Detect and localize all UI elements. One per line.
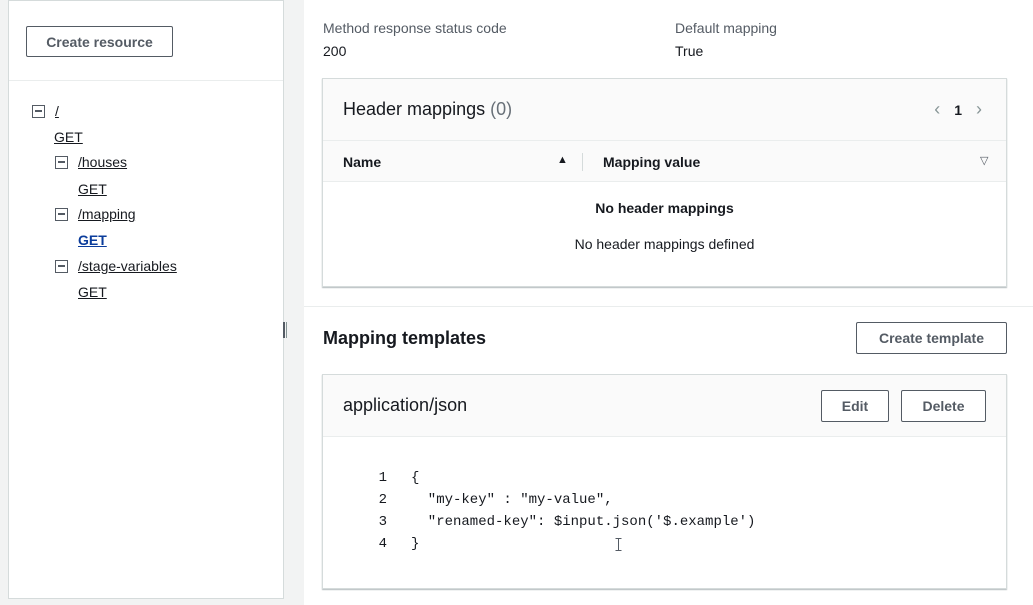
template-panel: application/json Edit Delete 1 { 2 "my-k… <box>322 374 1007 589</box>
line-number: 3 <box>378 514 387 530</box>
table-header: Name ▲ Mapping value ▽ <box>323 141 1006 182</box>
tree-item-label[interactable]: /mapping <box>78 206 136 222</box>
tree-item-label[interactable]: /houses <box>78 154 127 170</box>
tree-item-root[interactable]: / <box>32 103 59 119</box>
tree-item-label[interactable]: /stage-variables <box>78 258 177 274</box>
template-panel-header: application/json Edit Delete <box>323 375 1006 437</box>
tree-item-houses-get[interactable]: GET <box>78 181 107 197</box>
table-empty-state: No header mappings No header mappings de… <box>323 182 1006 286</box>
sidebar-toolbar: Create resource <box>9 1 283 81</box>
code-line: "my-key" : "my-value", <box>411 492 613 508</box>
collapse-icon[interactable] <box>32 104 45 118</box>
resource-sidebar: Create resource / GET /houses GET /mappi… <box>8 0 287 599</box>
line-number: 1 <box>378 470 387 486</box>
template-name: application/json <box>343 395 468 415</box>
column-header-mapping-value[interactable]: Mapping value <box>603 141 700 182</box>
chevron-left-icon[interactable]: ‹ <box>934 99 940 120</box>
mapping-templates-title: Mapping templates <box>323 328 487 348</box>
sort-descending-icon[interactable]: ▽ <box>980 154 988 167</box>
method-link[interactable]: GET <box>78 284 107 300</box>
create-template-button[interactable]: Create template <box>856 322 1007 354</box>
code-editor[interactable]: 1 { 2 "my-key" : "my-value", 3 "renamed-… <box>323 437 1006 588</box>
tree-item-label[interactable]: / <box>55 103 59 119</box>
column-header-name[interactable]: Name <box>343 141 381 182</box>
collapse-icon[interactable] <box>55 207 68 221</box>
tree-item-stage-variables[interactable]: /stage-variables <box>55 258 177 274</box>
empty-state-description: No header mappings defined <box>574 236 755 252</box>
create-resource-button[interactable]: Create resource <box>26 26 173 57</box>
section-divider <box>304 306 1033 307</box>
collapse-icon[interactable] <box>55 259 68 273</box>
method-link[interactable]: GET <box>54 129 83 145</box>
code-line: { <box>411 470 420 486</box>
code-line: } <box>411 536 420 552</box>
collapse-icon[interactable] <box>55 155 68 169</box>
method-link-active[interactable]: GET <box>78 232 107 248</box>
line-number: 2 <box>378 492 387 508</box>
column-divider[interactable] <box>582 153 583 171</box>
tree-item-stage-variables-get[interactable]: GET <box>78 284 107 300</box>
default-mapping-value: True <box>675 43 704 59</box>
tree-item-mapping[interactable]: /mapping <box>55 206 136 222</box>
code-line: "renamed-key": $input.json('$.example') <box>411 514 756 530</box>
method-link[interactable]: GET <box>78 181 107 197</box>
panel-title: Header mappings (0) <box>343 99 512 120</box>
delete-button[interactable]: Delete <box>901 390 986 422</box>
status-code-value: 200 <box>323 43 347 59</box>
tree-item-root-get[interactable]: GET <box>54 129 83 145</box>
default-mapping-label: Default mapping <box>675 20 777 36</box>
pagination: ‹ 1 › <box>934 99 982 120</box>
text-cursor-icon <box>615 538 622 551</box>
sort-ascending-icon[interactable]: ▲ <box>557 154 568 166</box>
header-mappings-panel: Header mappings (0) ‹ 1 › Name ▲ Mapping… <box>322 78 1007 287</box>
line-number: 4 <box>378 536 387 552</box>
chevron-right-icon[interactable]: › <box>976 99 982 120</box>
panel-header: Header mappings (0) ‹ 1 › <box>323 79 1006 141</box>
empty-state-title: No header mappings <box>595 200 734 216</box>
edit-button[interactable]: Edit <box>821 390 889 422</box>
status-code-label: Method response status code <box>323 20 507 36</box>
main-content: Method response status code 200 Default … <box>304 0 1033 605</box>
tree-item-mapping-get[interactable]: GET <box>78 232 107 248</box>
header-mappings-count: (0) <box>490 99 513 119</box>
header-mappings-title: Header mappings <box>343 99 486 119</box>
resize-handle-icon[interactable] <box>283 322 287 338</box>
page-number[interactable]: 1 <box>954 102 962 118</box>
tree-item-houses[interactable]: /houses <box>55 154 127 170</box>
